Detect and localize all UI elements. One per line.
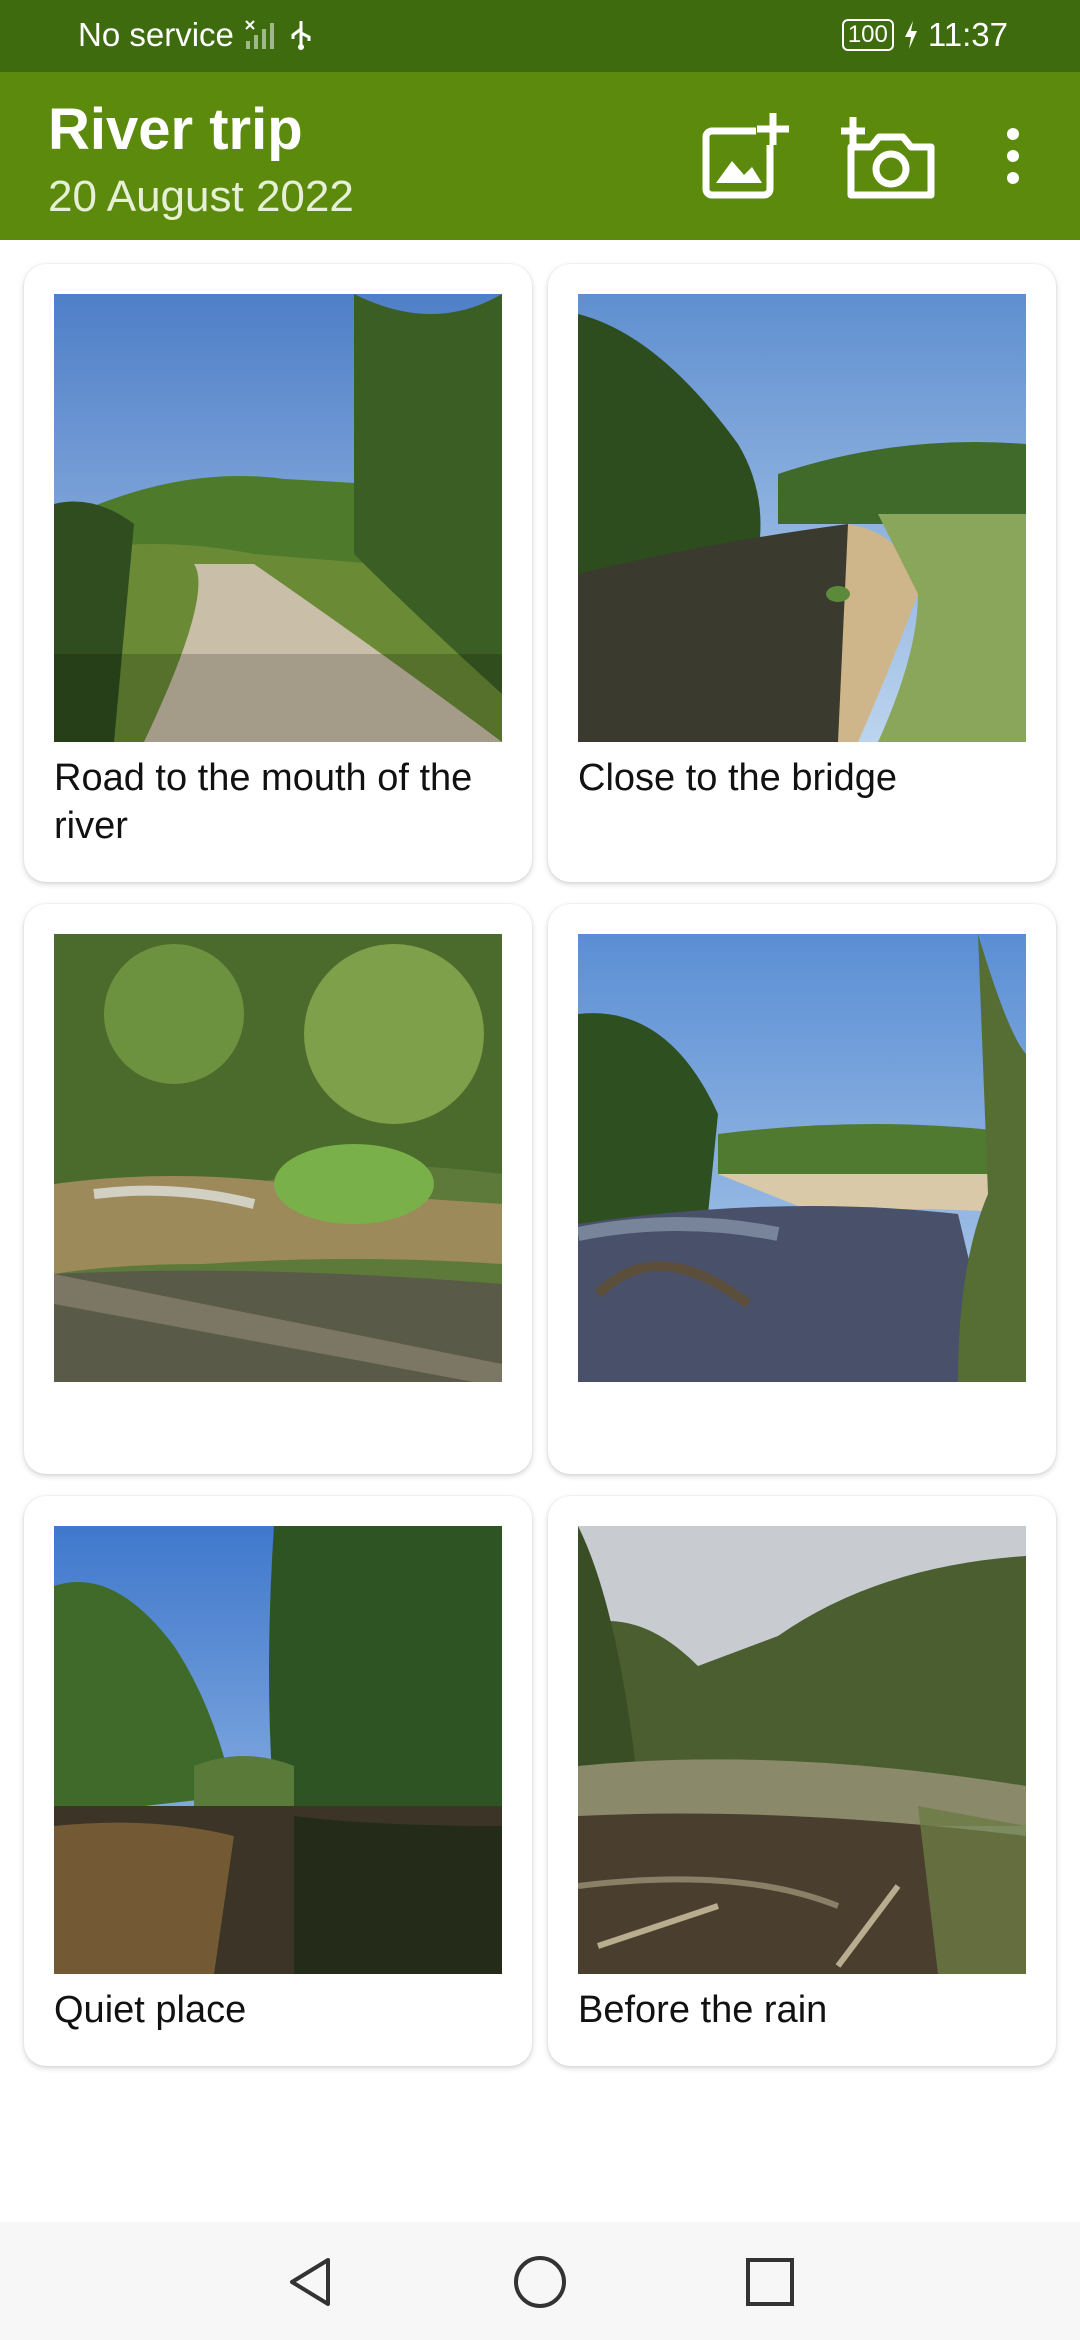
- carrier-text: No service: [78, 16, 234, 53]
- status-left: No service: [78, 16, 314, 54]
- photo-card[interactable]: Before the rain: [548, 1496, 1056, 2066]
- add-photo-camera-icon: [841, 117, 935, 199]
- more-vert-icon: [1007, 128, 1019, 184]
- take-photo-button[interactable]: [836, 106, 946, 206]
- album-date: 20 August 2022: [48, 172, 354, 221]
- home-icon: [514, 2256, 566, 2308]
- battery-icon: 100: [841, 19, 894, 51]
- photo-thumbnail: [54, 1526, 502, 1974]
- photo-card[interactable]: [24, 904, 532, 1474]
- usb-icon: [291, 21, 311, 50]
- photo-caption: Road to the mouth of the river: [54, 757, 473, 847]
- signal-icon: [245, 20, 274, 49]
- back-icon: [290, 2258, 330, 2306]
- recents-icon: [746, 2258, 794, 2306]
- nav-home-button[interactable]: [510, 2252, 570, 2312]
- photo-thumbnail: [578, 294, 1026, 742]
- photo-card[interactable]: Quiet place: [24, 1496, 532, 2066]
- nav-back-button[interactable]: [280, 2252, 340, 2312]
- overflow-menu-button[interactable]: [958, 106, 1068, 206]
- app-bar: River trip 20 August 2022: [0, 72, 1080, 240]
- photo-card[interactable]: Road to the mouth of the river: [24, 264, 532, 882]
- battery-level: 100: [847, 21, 888, 48]
- photo-caption: Quiet place: [54, 1989, 247, 2031]
- charging-icon: [904, 21, 917, 49]
- photo-card[interactable]: Close to the bridge: [548, 264, 1056, 882]
- photo-caption: Before the rain: [578, 1989, 828, 2031]
- photo-card[interactable]: [548, 904, 1056, 1474]
- photo-thumbnail: [578, 1526, 1026, 1974]
- nav-recents-button[interactable]: [740, 2252, 800, 2312]
- status-bar: No service 100 11:37: [0, 0, 1080, 72]
- photo-thumbnail: [578, 934, 1026, 1382]
- photo-thumbnail: [54, 934, 502, 1382]
- album-title: River trip: [48, 97, 303, 162]
- add-image-button[interactable]: [690, 106, 800, 206]
- status-right: 100 11:37: [841, 16, 1008, 54]
- clock-text: 11:37: [927, 16, 1008, 53]
- system-navigation-bar: [0, 2222, 1080, 2340]
- add-image-icon: [702, 113, 789, 199]
- photo-thumbnail: [54, 294, 502, 742]
- photo-caption: Close to the bridge: [578, 757, 897, 799]
